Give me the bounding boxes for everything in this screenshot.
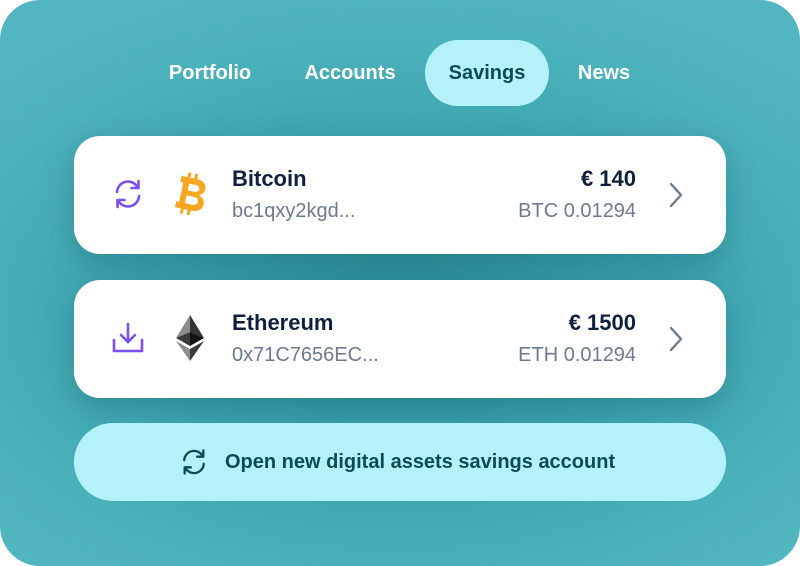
- nav-tabs: Portfolio Accounts Savings News: [0, 40, 800, 106]
- account-address: bc1qxy2kgd...: [232, 200, 356, 222]
- open-savings-account-button[interactable]: Open new digital assets savings account: [74, 423, 726, 501]
- chevron-right-icon[interactable]: [666, 324, 686, 354]
- fiat-amount: € 140: [580, 166, 636, 191]
- cta-label: Open new digital assets savings account: [225, 451, 616, 473]
- crypto-amount: BTC 0.01294: [518, 200, 636, 222]
- account-address: 0x71C7656EC...: [232, 344, 379, 366]
- bitcoin-icon: [174, 172, 206, 216]
- account-name: Ethereum: [232, 310, 334, 335]
- refresh-icon: [183, 449, 205, 475]
- account-card-ethereum[interactable]: Ethereum 0x71C7656EC... € 1500 ETH 0.012…: [74, 280, 726, 398]
- tab-portfolio[interactable]: Portfolio: [157, 40, 263, 106]
- crypto-amount: ETH 0.01294: [518, 344, 636, 366]
- chevron-right-icon[interactable]: [666, 180, 686, 210]
- tab-accounts[interactable]: Accounts: [291, 40, 409, 106]
- ethereum-icon: [176, 315, 204, 361]
- fiat-amount: € 1500: [568, 310, 636, 335]
- account-name: Bitcoin: [232, 166, 307, 191]
- tab-news[interactable]: News: [566, 40, 642, 106]
- download-icon[interactable]: [110, 320, 146, 356]
- account-card-bitcoin[interactable]: Bitcoin bc1qxy2kgd... € 140 BTC 0.01294: [74, 136, 726, 254]
- tab-savings[interactable]: Savings: [425, 40, 549, 106]
- refresh-icon[interactable]: [110, 176, 146, 212]
- savings-panel: Portfolio Accounts Savings News Bitcoin …: [0, 0, 800, 566]
